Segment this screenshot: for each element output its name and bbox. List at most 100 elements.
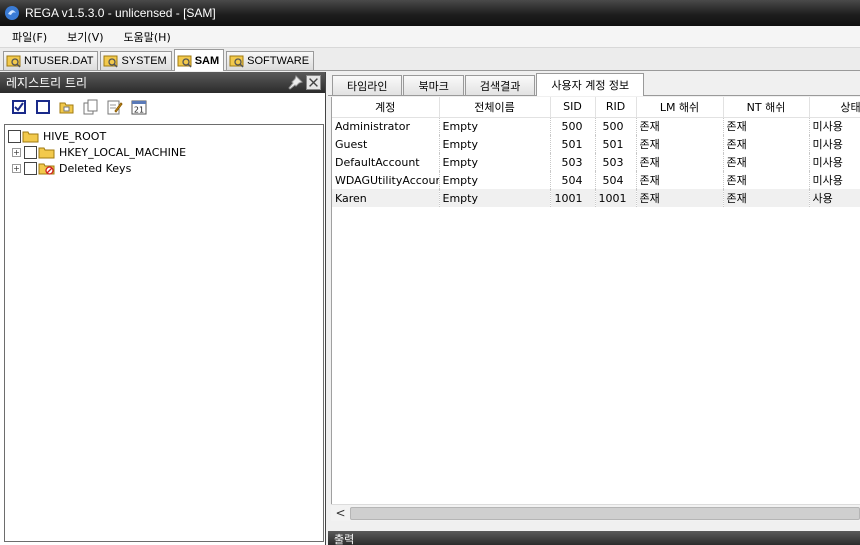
details-tab-strip: 타임라인 북마크 검색결과 사용자 계정 정보 — [328, 72, 860, 96]
check-all-button[interactable] — [10, 98, 28, 116]
uncheck-all-button[interactable] — [34, 98, 52, 116]
registry-tree: HIVE_ROOT + HKEY_LOCAL_MACHINE + Deleted… — [4, 124, 324, 542]
output-panel-title: 출력 — [334, 533, 355, 545]
hive-tab-strip: NTUSER.DAT SYSTEM SAM SOFTWARE — [0, 48, 860, 71]
hive-file-icon — [6, 55, 21, 68]
tab-bookmarks[interactable]: 북마크 — [403, 75, 464, 95]
cell-nt-hash: 존재 — [723, 135, 810, 153]
calendar-icon: 21 — [131, 100, 147, 115]
cell-sid: 501 — [550, 135, 596, 153]
cell-status: 사용 — [809, 189, 860, 207]
cell-status: 미사용 — [809, 153, 860, 171]
cell-status: 미사용 — [809, 171, 860, 189]
registry-tree-pane: 레지스트리 트리 21 HIVE_ROOT + HKEY_LOCAL_MACHI… — [0, 72, 326, 545]
cell-nt-hash: 존재 — [723, 117, 810, 135]
tab-ntuser-dat[interactable]: NTUSER.DAT — [3, 51, 99, 70]
horizontal-scrollbar[interactable]: < — [331, 504, 860, 521]
hive-file-icon — [177, 55, 192, 68]
tree-toolbar: 21 — [0, 93, 325, 121]
tree-checkbox[interactable] — [8, 129, 21, 143]
cell-lm-hash: 존재 — [636, 117, 724, 135]
calendar-button[interactable]: 21 — [130, 98, 148, 116]
registry-tree-header: 레지스트리 트리 — [0, 72, 325, 93]
table-row-selected[interactable]: Karen Empty 1001 1001 존재 존재 사용 — [332, 189, 860, 207]
cell-sid: 500 — [550, 117, 596, 135]
window-title: REGA v1.5.3.0 - unlicensed - [SAM] — [25, 6, 216, 20]
cell-rid: 504 — [595, 171, 637, 189]
cell-full-name: Empty — [439, 171, 551, 189]
cell-rid: 503 — [595, 153, 637, 171]
tree-node-deleted-keys[interactable]: + Deleted Keys — [5, 160, 323, 176]
menu-file[interactable]: 파일(F) — [4, 29, 55, 45]
calendar-day-text: 21 — [134, 106, 144, 115]
menu-help[interactable]: 도움말(H) — [116, 29, 179, 45]
cell-full-name: Empty — [439, 117, 551, 135]
cell-full-name: Empty — [439, 189, 551, 207]
edit-icon — [107, 100, 123, 115]
table-row[interactable]: DefaultAccount Empty 503 503 존재 존재 미사용 — [332, 153, 860, 171]
cell-lm-hash: 존재 — [636, 153, 724, 171]
cell-lm-hash: 존재 — [636, 135, 724, 153]
tab-search-results[interactable]: 검색결과 — [464, 75, 536, 95]
cell-status: 미사용 — [809, 117, 860, 135]
edit-button[interactable] — [106, 98, 124, 116]
cell-sid: 504 — [550, 171, 596, 189]
scroll-left-icon[interactable]: < — [333, 505, 348, 521]
cell-rid: 500 — [595, 117, 637, 135]
tab-label: SYSTEM — [121, 55, 167, 67]
tab-label: NTUSER.DAT — [24, 55, 94, 67]
cell-lm-hash: 존재 — [636, 171, 724, 189]
pane-title: 레지스트리 트리 — [6, 76, 88, 90]
tab-user-account-info[interactable]: 사용자 계정 정보 — [536, 73, 645, 96]
copy-button[interactable] — [82, 98, 100, 116]
pin-icon[interactable] — [287, 75, 303, 90]
deleted-folder-icon — [38, 163, 55, 175]
hive-file-icon — [103, 55, 118, 68]
cell-account: WDAGUtilityAccount — [332, 171, 440, 189]
tree-node-hive-root[interactable]: HIVE_ROOT — [5, 128, 323, 144]
table-header-row: 계정 전체이름 SID RID LM 해쉬 NT 해쉬 상태 — [332, 97, 860, 118]
cell-account: Administrator — [332, 117, 440, 135]
cell-account: Karen — [332, 189, 440, 207]
scrollbar-thumb[interactable] — [350, 507, 860, 520]
cell-rid: 501 — [595, 135, 637, 153]
expand-toggle[interactable]: + — [12, 163, 21, 173]
column-header-sid[interactable]: SID — [550, 97, 596, 118]
tab-system[interactable]: SYSTEM — [100, 51, 172, 70]
tree-checkbox[interactable] — [24, 161, 37, 175]
tab-label: SAM — [194, 54, 220, 67]
tab-timeline[interactable]: 타임라인 — [332, 75, 403, 95]
hive-file-icon — [229, 55, 244, 68]
column-header-lm-hash[interactable]: LM 해쉬 — [636, 97, 724, 118]
table-row[interactable]: WDAGUtilityAccount Empty 504 504 존재 존재 미… — [332, 171, 860, 189]
table-row[interactable]: Guest Empty 501 501 존재 존재 미사용 — [332, 135, 860, 153]
open-folder-button[interactable] — [58, 98, 76, 116]
tree-node-hkey-local-machine[interactable]: + HKEY_LOCAL_MACHINE — [5, 144, 323, 160]
column-header-status[interactable]: 상태 — [809, 97, 860, 118]
title-bar: REGA v1.5.3.0 - unlicensed - [SAM] — [0, 0, 860, 26]
table-row[interactable]: Administrator Empty 500 500 존재 존재 미사용 — [332, 117, 860, 135]
column-header-full-name[interactable]: 전체이름 — [439, 97, 551, 118]
expand-toggle[interactable]: + — [12, 147, 21, 157]
cell-sid: 503 — [550, 153, 596, 171]
cell-sid: 1001 — [550, 189, 596, 207]
tree-node-label: Deleted Keys — [59, 161, 132, 175]
column-header-account[interactable]: 계정 — [332, 97, 440, 118]
open-folder-icon — [59, 102, 74, 114]
cell-full-name: Empty — [439, 153, 551, 171]
tree-node-label: HIVE_ROOT — [43, 129, 107, 143]
tab-label: SOFTWARE — [247, 55, 310, 67]
tab-sam[interactable]: SAM — [173, 49, 225, 71]
copy-icon — [83, 99, 98, 115]
tab-software[interactable]: SOFTWARE — [226, 51, 315, 70]
cell-status: 미사용 — [809, 135, 860, 153]
cell-rid: 1001 — [595, 189, 637, 207]
column-header-rid[interactable]: RID — [595, 97, 637, 118]
menu-view[interactable]: 보기(V) — [59, 29, 111, 45]
user-account-table: 계정 전체이름 SID RID LM 해쉬 NT 해쉬 상태 Administr… — [331, 97, 860, 521]
cell-full-name: Empty — [439, 135, 551, 153]
tree-checkbox[interactable] — [24, 145, 37, 159]
column-header-nt-hash[interactable]: NT 해쉬 — [723, 97, 810, 118]
cell-nt-hash: 존재 — [723, 171, 810, 189]
close-icon[interactable] — [306, 75, 321, 90]
